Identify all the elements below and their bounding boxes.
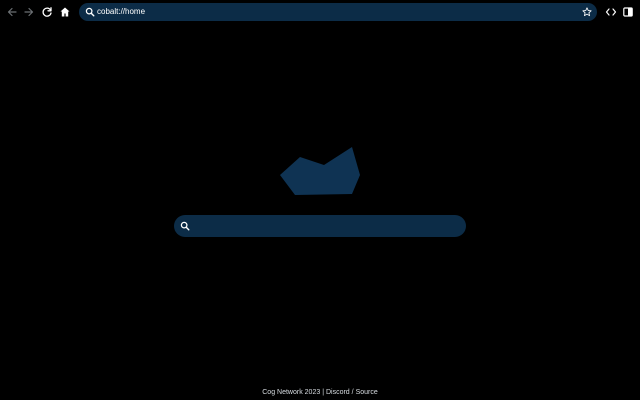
search-icon: [179, 220, 191, 232]
home-button[interactable]: [57, 4, 73, 20]
discord-link[interactable]: Discord: [326, 389, 350, 396]
home-icon: [59, 6, 71, 18]
home-search-bar[interactable]: [174, 215, 466, 237]
sidebar-icon: [622, 6, 634, 18]
reload-button[interactable]: [39, 4, 55, 20]
star-icon: [582, 7, 592, 17]
cobalt-logo: [278, 145, 362, 197]
back-button[interactable]: [4, 4, 20, 20]
browser-toolbar: cobalt://home: [0, 0, 640, 24]
footer-slash: /: [351, 389, 354, 396]
address-bar-url[interactable]: cobalt://home: [97, 5, 145, 19]
footer: Cog Network 2023 | Discord / Source: [0, 388, 640, 398]
devtools-button[interactable]: [603, 4, 619, 20]
source-link[interactable]: Source: [356, 389, 378, 396]
forward-button[interactable]: [21, 4, 37, 20]
bookmark-button[interactable]: [581, 6, 593, 18]
arrow-left-icon: [6, 6, 18, 18]
reload-icon: [41, 6, 53, 18]
address-bar[interactable]: cobalt://home: [79, 3, 597, 21]
sidebar-toggle-button[interactable]: [620, 4, 636, 20]
footer-brand: Cog Network 2023: [262, 389, 321, 396]
arrow-right-icon: [23, 6, 35, 18]
search-icon: [84, 6, 96, 18]
footer-separator: |: [322, 389, 325, 396]
code-icon: [605, 6, 617, 18]
home-search-input[interactable]: [194, 217, 456, 235]
